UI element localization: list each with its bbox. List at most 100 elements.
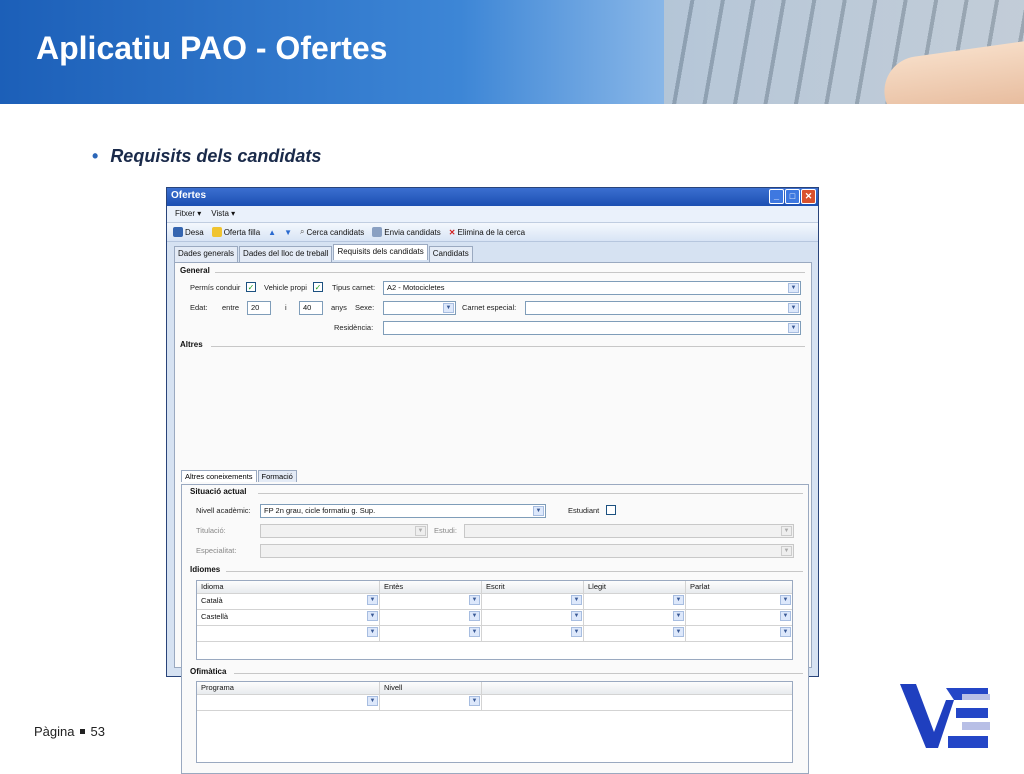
chevron-down-icon[interactable]: ▼ — [788, 323, 799, 333]
age-from-input[interactable]: 20 — [247, 301, 271, 315]
driving-license-checkbox[interactable]: ✓ — [246, 282, 256, 292]
office-header-row: Programa Nivell — [197, 682, 792, 695]
study-select[interactable]: ▼ — [464, 524, 794, 538]
language-cell[interactable]: Castellà ▼ — [197, 610, 380, 625]
degree-select[interactable]: ▼ — [260, 524, 428, 538]
special-license-select[interactable]: ▼ — [525, 301, 801, 315]
level-cell[interactable]: ▼ — [686, 594, 792, 609]
languages-header-row: Idioma Entès Escrit Llegit Parlat — [197, 581, 792, 594]
menu-file[interactable]: Fitxer ▾ — [175, 209, 201, 219]
search-icon: ⌕ — [300, 227, 305, 236]
chevron-down-icon[interactable]: ▼ — [780, 595, 791, 605]
specialty-select[interactable]: ▼ — [260, 544, 794, 558]
delete-search-button[interactable]: ✕ Elimina de la cerca — [449, 228, 525, 237]
menu-view[interactable]: Vista ▾ — [211, 209, 235, 219]
save-button[interactable]: Desa — [173, 227, 204, 237]
age-label: Edat: — [190, 303, 208, 312]
chevron-down-icon[interactable]: ▼ — [571, 595, 582, 605]
specialty-label: Especialitat: — [196, 546, 237, 555]
student-checkbox[interactable] — [606, 505, 616, 515]
chevron-down-icon[interactable]: ▼ — [443, 303, 454, 313]
tab-general-data[interactable]: Dades generals — [174, 246, 239, 262]
chevron-down-icon[interactable]: ▼ — [673, 627, 684, 637]
chevron-down-icon[interactable]: ▼ — [469, 595, 480, 605]
tab-other-knowledge[interactable]: Altres coneixements — [181, 470, 257, 482]
search-candidates-button[interactable]: ⌕ Cerca candidats — [300, 227, 364, 237]
column-header-spoken[interactable]: Parlat — [686, 581, 792, 593]
save-icon — [173, 227, 183, 237]
chevron-down-icon[interactable]: ▼ — [673, 611, 684, 621]
chevron-down-icon[interactable]: ▼ — [367, 595, 378, 605]
residence-label: Residència: — [334, 323, 374, 332]
chevron-down-icon[interactable]: ▼ — [788, 303, 799, 313]
chevron-down-icon[interactable]: ▼ — [788, 283, 799, 293]
table-row: Castellà ▼ ▼ ▼ ▼ ▼ — [197, 610, 792, 626]
child-offer-button[interactable]: Oferta filla — [211, 227, 261, 237]
level-cell[interactable]: ▼ — [482, 626, 584, 641]
chevron-down-icon[interactable]: ▼ — [469, 627, 480, 637]
maximize-icon[interactable]: □ — [785, 189, 800, 204]
chevron-down-icon[interactable]: ▼ — [780, 611, 791, 621]
language-cell[interactable]: Català ▼ — [197, 594, 380, 609]
sex-select[interactable]: ▼ — [383, 301, 456, 315]
next-button[interactable]: ▼ — [284, 228, 292, 237]
own-vehicle-checkbox[interactable]: ✓ — [313, 282, 323, 292]
age-to-input[interactable]: 40 — [299, 301, 323, 315]
minimize-icon[interactable]: _ — [769, 189, 784, 204]
chevron-down-icon[interactable]: ▼ — [781, 546, 792, 556]
column-header-language[interactable]: Idioma — [197, 581, 380, 593]
column-header-empty — [482, 682, 792, 694]
level-cell[interactable]: ▼ — [380, 610, 482, 625]
child-offer-label: Oferta filla — [223, 227, 261, 237]
column-header-level[interactable]: Nivell — [380, 682, 482, 694]
folder-icon — [211, 227, 222, 237]
chevron-down-icon[interactable]: ▼ — [367, 611, 378, 621]
chevron-down-icon[interactable]: ▼ — [571, 611, 582, 621]
chevron-down-icon[interactable]: ▼ — [571, 627, 582, 637]
general-section-title: General — [180, 266, 210, 275]
license-type-select[interactable]: A2 - Motocicletes ▼ — [383, 281, 801, 295]
between-label: entre — [222, 303, 240, 312]
column-header-understood[interactable]: Entès — [380, 581, 482, 593]
office-grid: Programa Nivell ▼ ▼ — [196, 681, 793, 763]
chevron-down-icon[interactable]: ▼ — [469, 696, 480, 706]
column-header-written[interactable]: Escrit — [482, 581, 584, 593]
level-cell[interactable]: ▼ — [380, 594, 482, 609]
page-label: Pàgina — [34, 724, 75, 739]
other-knowledge-panel: Situació actual Nivell acadèmic: FP 2n g… — [181, 484, 809, 774]
program-cell[interactable]: ▼ — [197, 695, 380, 710]
level-cell[interactable]: ▼ — [584, 626, 686, 641]
tab-candidate-requirements[interactable]: Requisits dels candidats — [333, 244, 428, 260]
chevron-down-icon[interactable]: ▼ — [673, 595, 684, 605]
and-label: i — [285, 303, 287, 312]
language-value: Català — [201, 596, 223, 605]
level-cell[interactable]: ▼ — [584, 610, 686, 625]
chevron-down-icon[interactable]: ▼ — [367, 627, 378, 637]
bullet-text: Requisits dels candidats — [110, 146, 322, 166]
close-icon[interactable]: ✕ — [801, 189, 816, 204]
chevron-down-icon[interactable]: ▼ — [780, 627, 791, 637]
chevron-down-icon[interactable]: ▼ — [469, 611, 480, 621]
level-cell[interactable]: ▼ — [380, 626, 482, 641]
level-cell[interactable]: ▼ — [686, 610, 792, 625]
column-header-read[interactable]: Llegit — [584, 581, 686, 593]
tab-training[interactable]: Formació — [257, 470, 297, 482]
tab-candidates[interactable]: Candidats — [428, 246, 473, 262]
academic-level-select[interactable]: FP 2n grau, cicle formatiu g. Sup. ▼ — [260, 504, 546, 518]
send-candidates-button[interactable]: Envia candidats — [372, 227, 441, 237]
level-cell[interactable]: ▼ — [482, 594, 584, 609]
language-cell[interactable]: ▼ — [197, 626, 380, 641]
level-cell[interactable]: ▼ — [380, 695, 482, 710]
level-cell[interactable]: ▼ — [584, 594, 686, 609]
previous-button[interactable]: ▲ — [268, 228, 276, 237]
tab-job-data[interactable]: Dades del lloc de treball — [239, 246, 333, 262]
divider — [215, 272, 805, 273]
residence-select[interactable]: ▼ — [383, 321, 801, 335]
chevron-down-icon[interactable]: ▼ — [367, 696, 378, 706]
chevron-down-icon[interactable]: ▼ — [533, 506, 544, 516]
level-cell[interactable]: ▼ — [686, 626, 792, 641]
level-cell[interactable]: ▼ — [482, 610, 584, 625]
chevron-down-icon[interactable]: ▼ — [781, 526, 792, 536]
chevron-down-icon[interactable]: ▼ — [415, 526, 426, 536]
column-header-program[interactable]: Programa — [197, 682, 380, 694]
